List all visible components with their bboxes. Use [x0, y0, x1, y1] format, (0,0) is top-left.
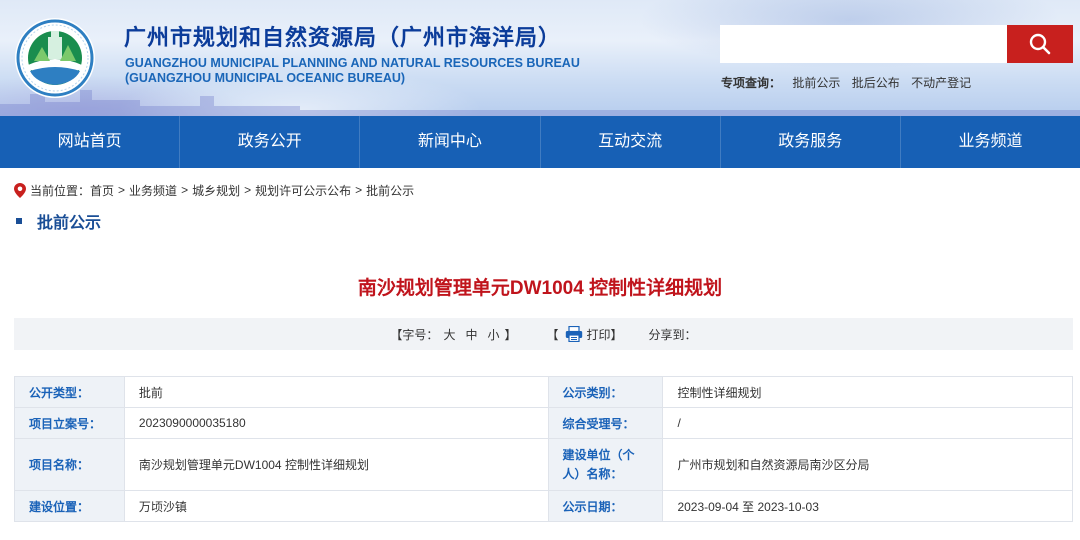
search-input[interactable] — [720, 25, 1007, 63]
section-title-text: 批前公示 — [37, 215, 102, 232]
quick-link-post-approval[interactable]: 批后公布 — [852, 76, 900, 90]
print-button[interactable]: 【 打印 】 — [547, 326, 623, 343]
bureau-emblem-icon — [15, 18, 95, 98]
nav-item-interaction[interactable]: 互动交流 — [541, 116, 721, 168]
font-size-medium[interactable]: 中 — [465, 326, 477, 343]
value-project-name: 南沙规划管理单元DW1004 控制性详细规划 — [123, 438, 549, 491]
value-builder: 广州市规划和自然资源局南沙区分局 — [662, 438, 1073, 491]
value-open-type: 批前 — [123, 376, 549, 408]
article-title: 南沙规划管理单元DW1004 控制性详细规划 — [357, 278, 723, 299]
project-info-table: 公开类型： 批前 公示类别： 控制性详细规划 项目立案号： 2023090000… — [14, 376, 1073, 522]
table-row: 项目名称： 南沙规划管理单元DW1004 控制性详细规划 建设单位（个人）名称：… — [14, 438, 1073, 491]
quick-search-links: 专项查询： 批前公示 批后公布 不动产登记 — [721, 74, 979, 91]
label-builder: 建设单位（个人）名称： — [547, 438, 664, 491]
font-size-close: 】 — [504, 327, 517, 342]
breadcrumb-current[interactable]: 批前公示 — [366, 182, 414, 199]
site-title-en-line1: GUANGZHOU MUNICIPAL PLANNING AND NATURAL… — [125, 56, 580, 70]
share-label: 分享到： — [648, 327, 697, 342]
nav-item-news[interactable]: 新闻中心 — [360, 116, 541, 168]
value-comprehensive-no: / — [662, 407, 1073, 439]
site-title-en: GUANGZHOU MUNICIPAL PLANNING AND NATURAL… — [125, 56, 580, 86]
location-pin-icon — [14, 182, 26, 198]
breadcrumb-separator: > — [355, 183, 363, 197]
font-size-label: 【字号： — [390, 327, 439, 342]
site-title-en-line2: (GUANGZHOU MUNICIPAL OCEANIC BUREAU) — [125, 71, 406, 85]
label-publicity-type: 公示类别： — [547, 376, 664, 408]
nav-item-services[interactable]: 政务服务 — [721, 116, 901, 168]
print-open: 【 — [546, 327, 559, 342]
value-location: 万顷沙镇 — [123, 490, 549, 522]
site-title: 广州市规划和自然资源局（广州市海洋局） — [124, 25, 562, 50]
font-size-large[interactable]: 大 — [443, 326, 455, 343]
breadcrumb-business[interactable]: 业务频道 — [129, 182, 177, 199]
nav-item-government-affairs[interactable]: 政务公开 — [180, 116, 361, 168]
section-title: 批前公示 — [16, 210, 101, 232]
quick-link-real-estate[interactable]: 不动产登记 — [911, 76, 971, 90]
breadcrumb-separator: > — [181, 183, 189, 197]
breadcrumb-separator: > — [244, 183, 252, 197]
table-row: 建设位置： 万顷沙镇 公示日期： 2023-09-04 至 2023-10-03 — [14, 490, 1073, 522]
table-row: 公开类型： 批前 公示类别： 控制性详细规划 — [14, 376, 1073, 408]
square-bullet-icon — [16, 218, 22, 224]
label-open-type: 公开类型： — [14, 376, 125, 408]
breadcrumb-label: 当前位置： — [30, 183, 91, 198]
value-publicity-type: 控制性详细规划 — [662, 376, 1073, 408]
value-project-no: 2023090000035180 — [123, 407, 549, 439]
nav-item-home[interactable]: 网站首页 — [0, 116, 181, 168]
value-date: 2023-09-04 至 2023-10-03 — [662, 490, 1073, 522]
share-group: 分享到： — [649, 326, 697, 343]
breadcrumb: 当前位置： 首页 > 业务频道 > 城乡规划 > 规划许可公示公布 > 批前公示 — [14, 181, 414, 199]
font-size-group: 【字号： 大 中 小 】 — [390, 326, 516, 343]
print-close: 】 — [610, 327, 623, 342]
printer-icon — [565, 326, 583, 342]
label-comprehensive-no: 综合受理号： — [547, 407, 664, 439]
quick-link-pre-approval[interactable]: 批前公示 — [792, 76, 840, 90]
site-header: 广州市规划和自然资源局（广州市海洋局） GUANGZHOU MUNICIPAL … — [0, 0, 1080, 116]
breadcrumb-home[interactable]: 首页 — [90, 182, 114, 199]
breadcrumb-urban-planning[interactable]: 城乡规划 — [192, 182, 240, 199]
main-nav: 网站首页 政务公开 新闻中心 互动交流 政务服务 业务频道 — [0, 116, 1080, 168]
table-row: 项目立案号： 2023090000035180 综合受理号： / — [14, 407, 1073, 439]
nav-item-business[interactable]: 业务频道 — [901, 116, 1080, 168]
label-location: 建设位置： — [14, 490, 125, 522]
font-size-small[interactable]: 小 — [487, 326, 499, 343]
quick-search-label: 专项查询： — [721, 76, 782, 90]
print-label: 打印 — [586, 327, 611, 342]
article-toolbar: 【字号： 大 中 小 】 【 打印 】 分享到： — [14, 318, 1073, 350]
search-button[interactable] — [1007, 25, 1073, 63]
breadcrumb-separator: > — [118, 183, 126, 197]
search-icon — [1029, 33, 1051, 55]
label-project-no: 项目立案号： — [14, 407, 125, 439]
label-date: 公示日期： — [547, 490, 664, 522]
breadcrumb-permit-publicity[interactable]: 规划许可公示公布 — [255, 182, 351, 199]
label-project-name: 项目名称： — [14, 438, 125, 491]
